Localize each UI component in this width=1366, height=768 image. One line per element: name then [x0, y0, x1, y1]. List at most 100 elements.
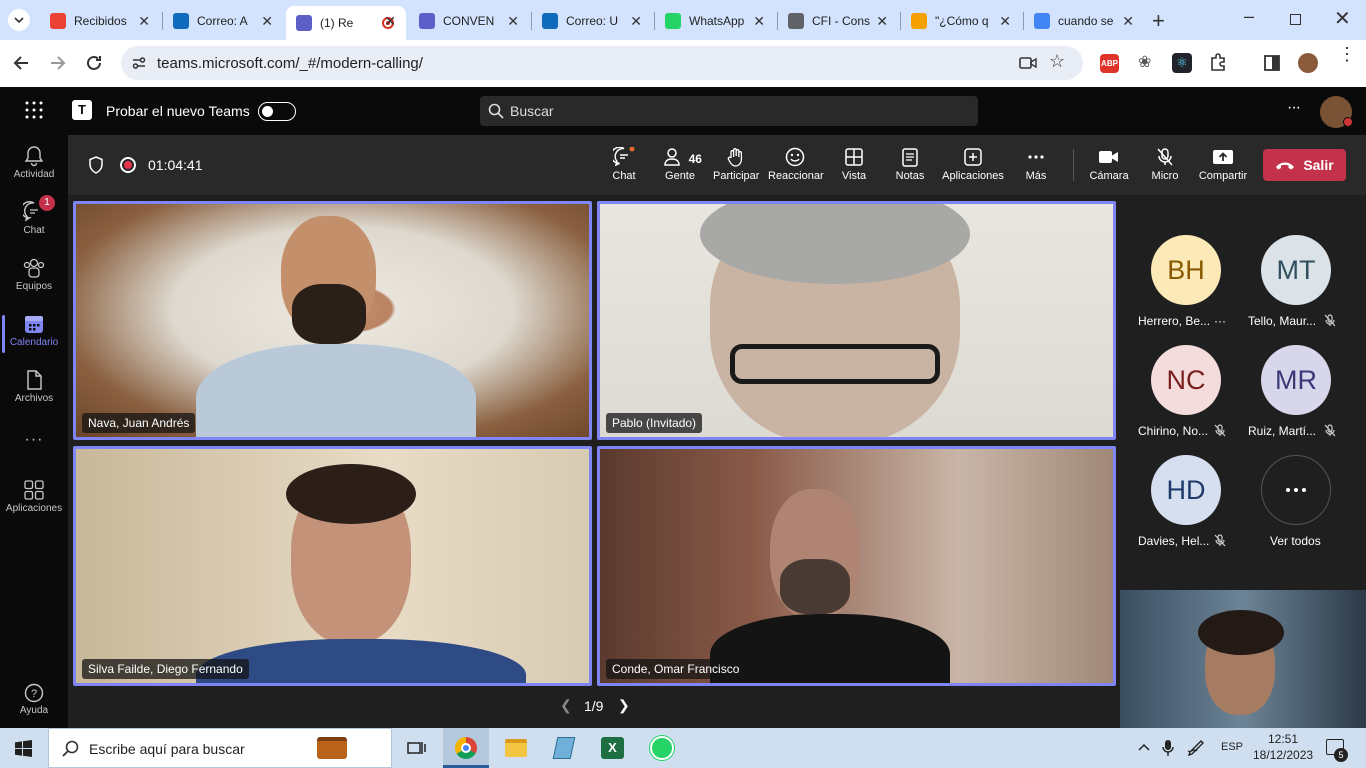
close-tab-icon[interactable]: ✕ [876, 13, 888, 30]
rail-item-more[interactable]: ··· [0, 431, 68, 449]
self-video-preview[interactable] [1120, 590, 1366, 728]
settings-more-button[interactable]: ··· [1287, 99, 1301, 117]
browser-menu-icon[interactable]: ⋮ [1338, 45, 1356, 63]
language-indicator[interactable]: ESP [1221, 741, 1243, 753]
close-tab-icon[interactable]: ✕ [261, 13, 273, 30]
view-label: Vista [841, 170, 867, 182]
browser-tab[interactable]: Correo: A ✕ [163, 6, 283, 36]
side-panel-icon[interactable] [1263, 54, 1281, 72]
tab-search-button[interactable] [8, 9, 30, 31]
raise-hand-label: Participar [713, 170, 760, 182]
mic-button[interactable]: Micro [1147, 147, 1183, 182]
notes-app-icon[interactable] [552, 737, 576, 759]
reload-icon[interactable] [85, 54, 103, 72]
pen-icon[interactable] [1187, 739, 1207, 757]
app-launcher-icon[interactable] [25, 101, 43, 119]
raise-hand-button[interactable]: Participar [713, 147, 759, 182]
browser-tab[interactable]: cuando se ✕ [1024, 6, 1144, 36]
forward-icon[interactable] [49, 54, 67, 72]
close-tab-icon[interactable]: ✕ [507, 13, 519, 30]
close-tab-icon[interactable]: ✕ [630, 13, 642, 30]
browser-tab[interactable]: CONVEN ✕ [409, 6, 529, 36]
close-window-button[interactable]: ✕ [1334, 6, 1351, 31]
outlook-icon [542, 13, 558, 29]
close-tab-icon[interactable]: ✕ [753, 13, 765, 30]
extensions-puzzle-icon[interactable] [1209, 53, 1227, 71]
camera-button[interactable]: Cámara [1088, 147, 1130, 182]
browser-tab[interactable]: WhatsApp ✕ [655, 6, 775, 36]
react-button[interactable]: Reaccionar [768, 147, 824, 182]
address-bar[interactable]: teams.microsoft.com/_#/modern-calling/ ☆ [121, 46, 1083, 80]
browser-tab[interactable]: CFI - Cons ✕ [778, 6, 898, 36]
clock-date[interactable]: 18/12/2023 [1253, 748, 1313, 762]
more-options-icon[interactable]: ··· [1214, 314, 1226, 328]
search-input[interactable]: Buscar [480, 96, 978, 126]
participant-name: Davies, Hel... [1138, 534, 1210, 548]
adblock-icon[interactable]: ABP [1100, 54, 1119, 73]
close-tab-icon[interactable]: ✕ [138, 13, 150, 30]
video-tile[interactable]: Silva Failde, Diego Fernando [73, 446, 592, 686]
people-button[interactable]: 46 Gente [658, 147, 702, 182]
close-tab-icon[interactable]: ✕ [1122, 13, 1134, 30]
chevron-down-icon [14, 17, 24, 23]
rail-help[interactable]: ? Ayuda [0, 683, 68, 716]
mic-muted-icon[interactable] [1214, 534, 1226, 552]
mic-muted-icon[interactable] [1214, 424, 1226, 442]
rail-item-calendario[interactable]: Calendario [0, 313, 68, 353]
chat-button[interactable]: Chat [604, 147, 644, 182]
leave-button[interactable]: Salir [1263, 149, 1346, 181]
file-explorer-icon[interactable] [505, 739, 527, 757]
task-view-icon[interactable] [406, 739, 426, 757]
prev-page-icon[interactable]: ❮ [560, 697, 572, 714]
windows-start-icon[interactable] [15, 740, 32, 757]
participant-avatar[interactable]: NC [1151, 345, 1221, 415]
see-all-label[interactable]: Ver todos [1270, 534, 1321, 548]
minimize-button[interactable]: – [1244, 6, 1254, 27]
camera-in-use-icon[interactable] [1019, 56, 1037, 70]
mic-muted-icon[interactable] [1324, 314, 1336, 332]
excel-icon[interactable]: X [601, 737, 624, 759]
try-new-teams-toggle[interactable] [258, 102, 296, 121]
video-tile[interactable]: Nava, Juan Andrés [73, 201, 592, 440]
more-actions-button[interactable]: Más [1020, 147, 1052, 182]
apps-button[interactable]: Aplicaciones [941, 147, 1005, 182]
rail-item-chat[interactable]: Chat 1 [0, 195, 68, 236]
mic-muted-icon[interactable] [1324, 424, 1336, 442]
whatsapp-icon[interactable] [650, 736, 674, 760]
back-icon[interactable] [12, 54, 30, 72]
restore-button[interactable] [1290, 14, 1301, 25]
profile-avatar[interactable] [1298, 53, 1318, 73]
participant-avatar[interactable]: HD [1151, 455, 1221, 525]
participant-avatar[interactable]: BH [1151, 235, 1221, 305]
microphone-icon[interactable] [1162, 739, 1174, 757]
bookmark-star-icon[interactable]: ☆ [1049, 51, 1065, 72]
next-page-icon[interactable]: ❯ [618, 697, 630, 714]
rail-item-equipos[interactable]: Equipos [0, 257, 68, 292]
notes-button[interactable]: Notas [890, 147, 930, 182]
rail-item-archivos[interactable]: Archivos [0, 369, 68, 404]
participant-avatar[interactable]: MT [1261, 235, 1331, 305]
close-tab-icon[interactable]: ✕ [384, 13, 396, 30]
video-tile[interactable]: Conde, Omar Francisco [597, 446, 1116, 686]
browser-tab[interactable]: (1) Re ✕ [286, 6, 406, 40]
bug-extension-icon[interactable]: ❀ [1138, 52, 1151, 72]
new-tab-button[interactable]: + [1152, 8, 1165, 34]
video-tile[interactable]: Pablo (Invitado) [597, 201, 1116, 440]
taskbar-search-input[interactable]: Escribe aquí para buscar [48, 728, 392, 768]
react-extension-icon[interactable]: ⚛ [1172, 53, 1192, 73]
browser-tab[interactable]: "¿Cómo q ✕ [901, 6, 1021, 36]
site-settings-icon[interactable] [131, 55, 147, 71]
chevron-up-icon[interactable] [1138, 743, 1150, 751]
share-button[interactable]: Compartir [1196, 147, 1250, 182]
view-button[interactable]: Vista [835, 147, 873, 182]
clock-time[interactable]: 12:51 [1268, 732, 1298, 746]
shield-icon[interactable] [88, 156, 104, 174]
rail-item-actividad[interactable]: Actividad [0, 145, 68, 180]
rail-item-aplicaciones[interactable]: Aplicaciones [0, 479, 68, 514]
participant-avatar[interactable]: MR [1261, 345, 1331, 415]
see-all-button[interactable] [1261, 455, 1331, 525]
close-tab-icon[interactable]: ✕ [999, 13, 1011, 30]
chrome-taskbar-button[interactable] [443, 728, 489, 768]
browser-tab[interactable]: Recibidos ✕ [40, 6, 160, 36]
browser-tab[interactable]: Correo: U ✕ [532, 6, 652, 36]
